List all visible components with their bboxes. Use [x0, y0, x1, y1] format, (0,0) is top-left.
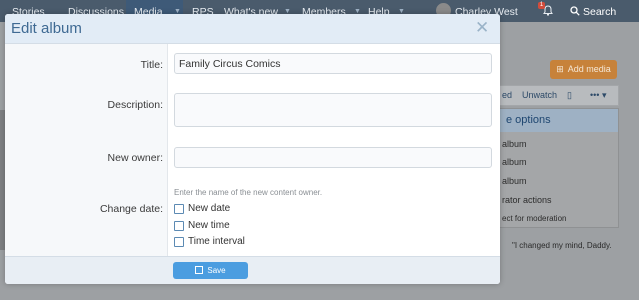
dialog-footer: Save [5, 256, 500, 284]
watch-bar: ed Unwatch ▯ ••• ▾ [499, 85, 619, 106]
title-label: Title: [140, 59, 163, 71]
dialog-title: Edit album [11, 20, 82, 37]
menu-item[interactable]: album [502, 176, 527, 186]
new-date-checkbox[interactable] [174, 204, 184, 214]
search-label: Search [583, 6, 617, 18]
menu-item[interactable]: ect for moderation [502, 214, 566, 223]
description-label: Description: [107, 99, 163, 111]
edit-album-dialog: Edit album ✕ Title: Description: New own… [5, 14, 500, 284]
save-button[interactable]: Save [173, 262, 248, 279]
form-labels-column [5, 44, 168, 256]
menu-item[interactable]: rator actions [502, 195, 552, 205]
bookmark-icon[interactable]: ▯ [567, 90, 572, 101]
menu-item[interactable]: album [502, 139, 527, 149]
owner-label: New owner: [107, 152, 163, 164]
add-icon: ⊞ [556, 64, 564, 74]
new-time-checkbox[interactable] [174, 221, 184, 231]
close-icon[interactable]: ✕ [475, 18, 489, 38]
watch-fragment[interactable]: ed [502, 90, 512, 100]
notification-badge: 1 [538, 2, 545, 9]
menu-item[interactable]: album [502, 157, 527, 167]
owner-input[interactable] [174, 147, 492, 168]
add-media-button[interactable]: ⊞ Add media [550, 60, 617, 79]
search-icon [570, 6, 580, 16]
more-options-icon[interactable]: ••• ▾ [590, 90, 606, 101]
owner-hint: Enter the name of the new content owner. [174, 188, 323, 197]
search-button[interactable]: Search [570, 6, 616, 18]
new-date-label[interactable]: New date [188, 203, 230, 214]
change-date-label: Change date: [99, 203, 163, 215]
comic-caption: "I changed my mind, Daddy. [512, 241, 612, 250]
new-time-label[interactable]: New time [188, 220, 230, 231]
title-input[interactable] [174, 53, 492, 74]
add-media-label: Add media [567, 64, 611, 74]
options-menu-title: e options [500, 109, 618, 132]
save-label: Save [207, 266, 226, 275]
unwatch-button[interactable]: Unwatch [522, 90, 557, 100]
time-interval-label[interactable]: Time interval [188, 236, 245, 247]
save-icon [195, 266, 204, 274]
dialog-header: Edit album ✕ [5, 14, 500, 44]
time-interval-checkbox[interactable] [174, 237, 184, 247]
description-input[interactable] [174, 93, 492, 127]
options-menu: e options album album album rator action… [499, 108, 619, 228]
